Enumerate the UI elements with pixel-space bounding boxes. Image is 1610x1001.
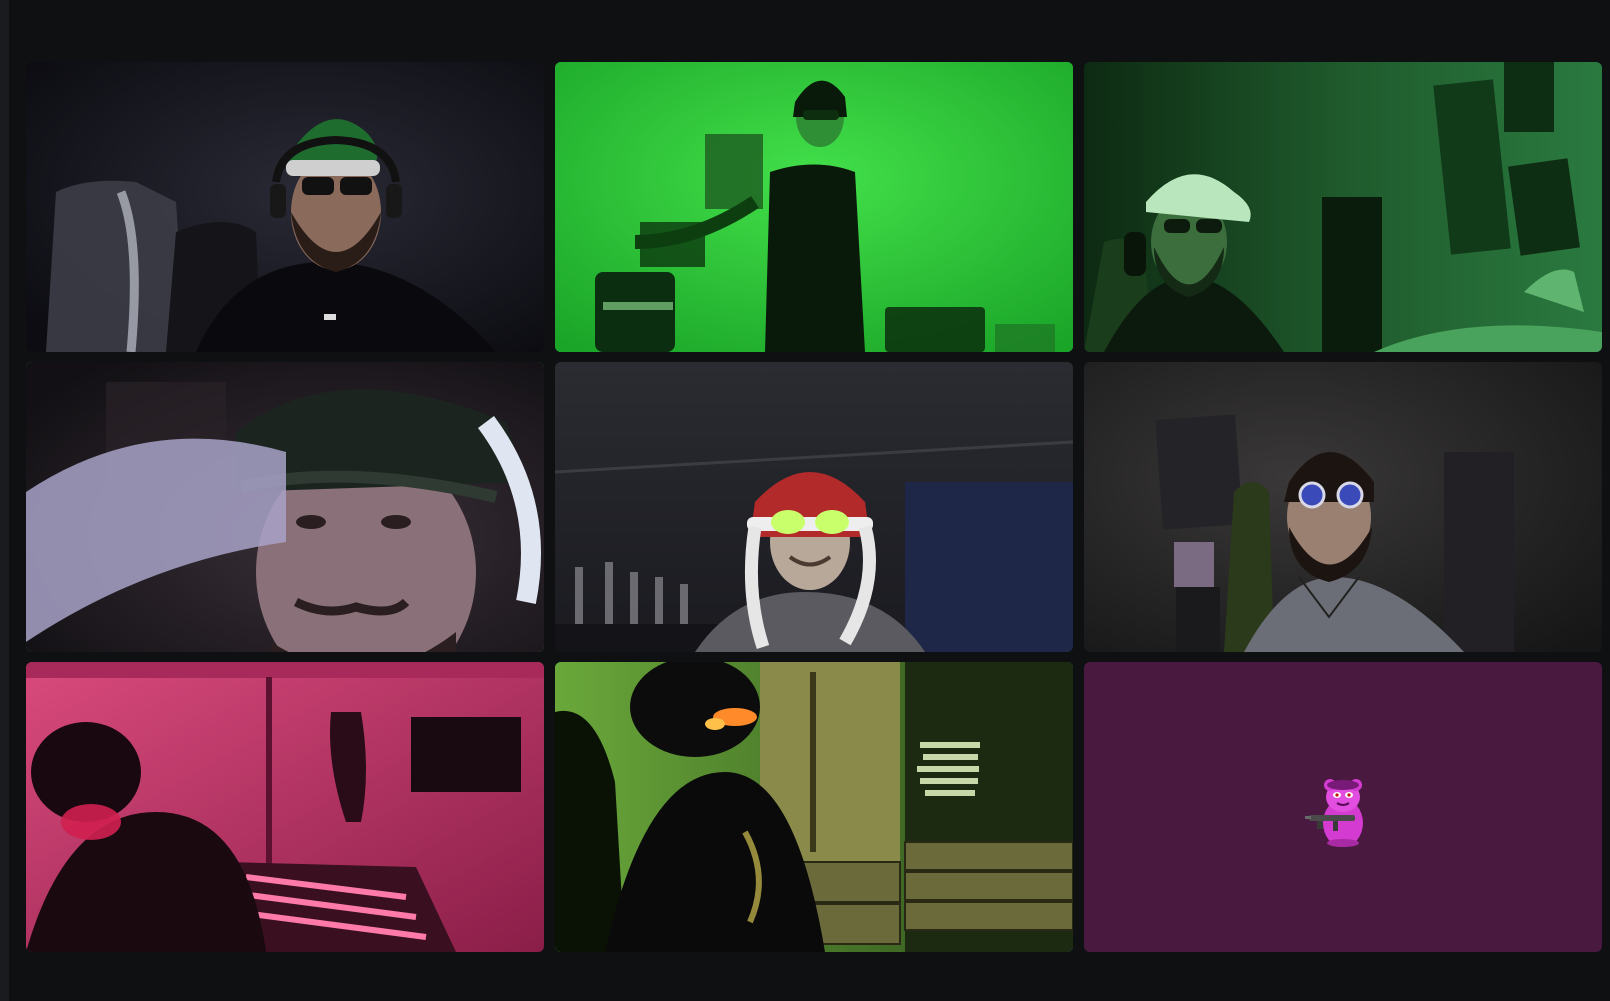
participant-tile-5[interactable] [555,362,1073,652]
video-feed [555,362,1073,652]
participant-tile-8[interactable] [555,662,1073,952]
left-rail [0,0,9,1001]
participant-tile-1[interactable] [26,62,544,352]
participant-tile-2[interactable] [555,62,1073,352]
video-feed [1084,362,1602,652]
video-feed [26,62,544,352]
video-feed [26,362,544,652]
pink-bear-with-rifle-icon [1303,771,1383,851]
participant-tile-6[interactable] [1084,362,1602,652]
video-feed [26,662,544,952]
participant-tile-4[interactable] [26,362,544,652]
participant-tile-3[interactable] [1084,62,1602,352]
participant-tile-9[interactable] [1084,662,1602,952]
video-grid [26,62,1602,952]
video-feed [1084,62,1602,352]
video-call-window [0,0,1610,1001]
video-feed [555,662,1073,952]
video-feed [555,62,1073,352]
participant-tile-7[interactable] [26,662,544,952]
